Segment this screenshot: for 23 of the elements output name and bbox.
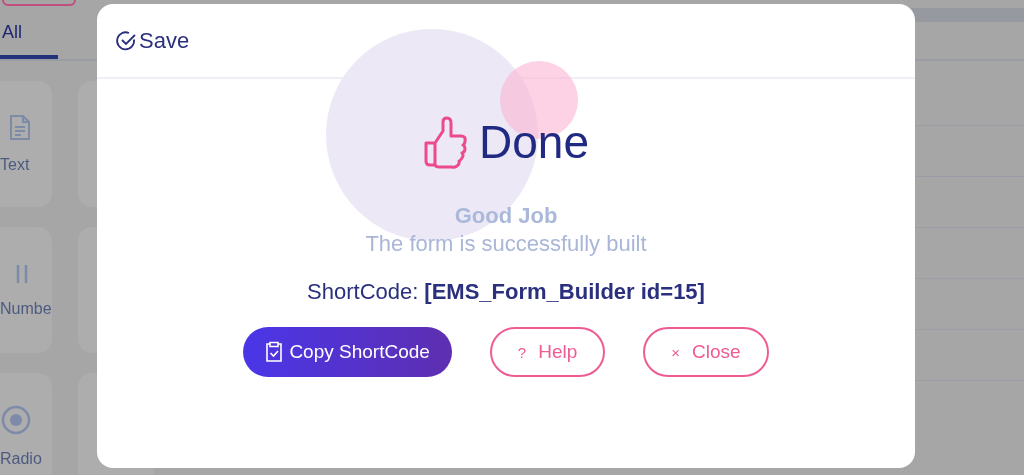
tab[interactable]: All <box>0 10 58 59</box>
button-glyph: × <box>671 343 681 361</box>
shortcode-label: ShortCode: <box>307 279 419 305</box>
shortcode-text: [EMS_Form_Builder id=15] <box>424 279 705 305</box>
tile-label: Radio <box>0 450 42 468</box>
copy-shortcode-button[interactable]: Copy ShortCode <box>243 327 452 377</box>
help-button[interactable]: ? Help <box>489 327 606 377</box>
dialog-title: Done <box>479 115 589 169</box>
close-button[interactable]: × Close <box>643 327 769 377</box>
document-icon <box>8 114 32 142</box>
radio-icon <box>0 404 32 436</box>
tile-label: Text <box>0 156 30 174</box>
button-glyph: ? <box>517 343 527 361</box>
field-tile[interactable]: Text <box>0 81 52 207</box>
field-tile[interactable]: Numbe <box>0 227 52 353</box>
thumbs-up-icon <box>423 115 469 169</box>
clipboard-icon <box>265 341 284 363</box>
success-heading: Good Job <box>454 203 558 229</box>
success-message: The form is successfully built <box>365 231 647 257</box>
tile-label: Numbe <box>0 300 52 318</box>
field-tile[interactable]: Radio <box>0 373 52 475</box>
outline-button[interactable] <box>2 0 76 6</box>
save-button[interactable]: Save <box>115 27 190 54</box>
